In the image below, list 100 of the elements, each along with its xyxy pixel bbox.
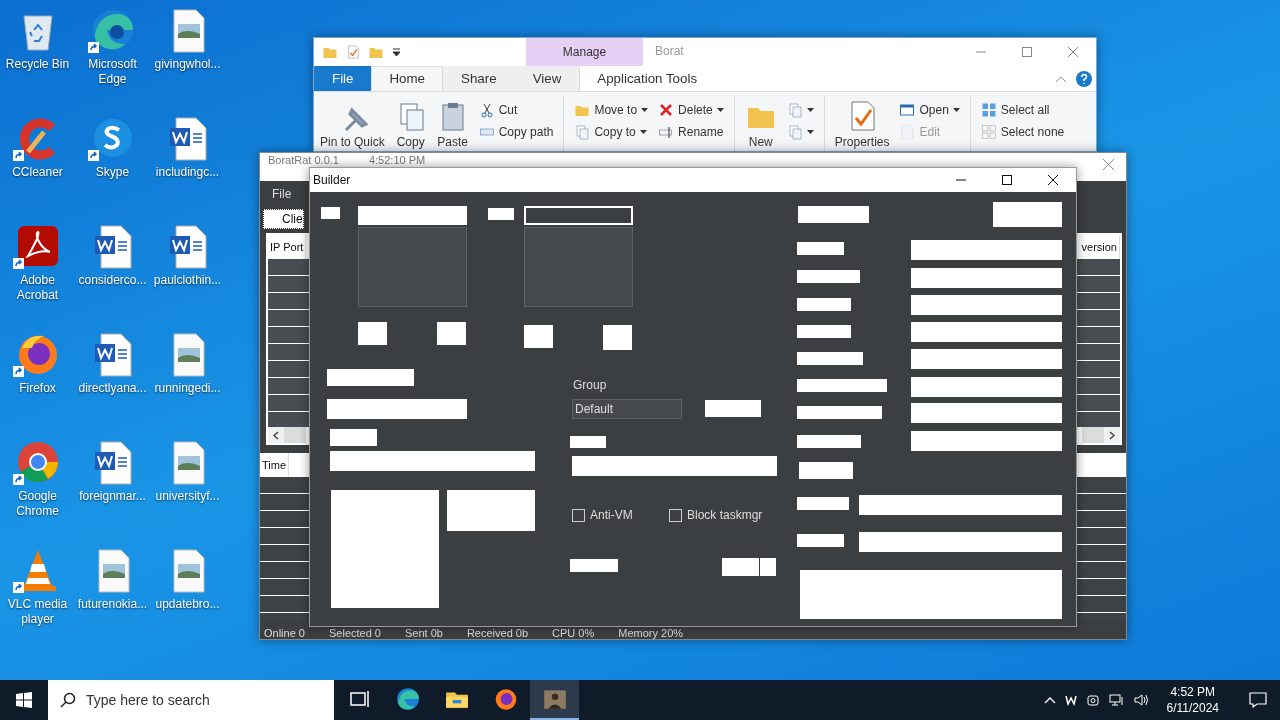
blank-block (798, 206, 869, 223)
delete-icon (658, 102, 675, 118)
blank-block (488, 208, 514, 220)
network-icon (1108, 693, 1125, 707)
ribbon-button[interactable]: New (742, 96, 779, 149)
status-text: Received 0b (466, 627, 529, 639)
caret-icon (952, 107, 960, 113)
blank-block (797, 270, 860, 283)
scrollbar-left-end[interactable] (268, 427, 306, 443)
tab[interactable]: Clie (263, 209, 304, 229)
chevron-up-icon (1043, 696, 1056, 704)
desktop-icon-label[interactable]: paulclothin... (153, 273, 222, 288)
rename-icon (658, 124, 675, 140)
ribbon-button[interactable]: Copy to (572, 124, 649, 140)
tray-app-icon (1064, 694, 1077, 706)
checkbox[interactable]: Block taskmgr (669, 508, 763, 522)
blank-block (797, 325, 851, 338)
desktop-icon-label[interactable]: Firefox (19, 381, 56, 396)
new-item-icon (786, 102, 803, 118)
ribbon-tab[interactable]: View (514, 66, 580, 91)
ribbon-button[interactable]: Delete (656, 102, 726, 118)
group-field[interactable]: Default (572, 399, 682, 419)
ribbon-button[interactable]: Rename (656, 124, 726, 140)
ribbon-button[interactable]: Pin to Quick (318, 96, 387, 149)
blank-block (330, 429, 377, 446)
menu-item[interactable]: File (272, 187, 292, 201)
ribbon-button[interactable]: Copy path (476, 124, 556, 140)
blank-block (437, 322, 466, 345)
window-title: Builder (313, 173, 352, 187)
blank-block (799, 462, 853, 479)
ribbon-button[interactable]: Properties (832, 96, 892, 149)
caret-icon (639, 129, 647, 135)
close-icon (1103, 159, 1114, 170)
context-tab-header: Manage (526, 38, 643, 66)
blank-block (797, 435, 861, 448)
notification-icon (1249, 692, 1267, 708)
shortcut-arrow-icon (13, 366, 24, 377)
ribbon-button[interactable]: Select all (978, 102, 1052, 118)
scroll-right-icon (1109, 430, 1115, 440)
ribbon-button[interactable]: Copy (392, 96, 429, 149)
ribbon-button[interactable]: Select none (978, 124, 1067, 140)
caret-icon (392, 47, 401, 57)
properties-icon (346, 44, 360, 60)
scissors-icon (478, 102, 495, 118)
grid-icon (980, 102, 997, 118)
windows-logo-icon (16, 692, 32, 708)
blank-block (797, 242, 844, 255)
shortcut-arrow-icon (13, 258, 24, 269)
window-title-time: 4:52:10 PM (368, 154, 426, 166)
desktop-icon-label[interactable]: directlyana... (78, 381, 147, 396)
scrollbar-right-end[interactable] (1082, 427, 1120, 443)
document-icon (786, 124, 803, 140)
window-title: Borat (654, 43, 685, 60)
status-text: Online 0 (264, 627, 305, 639)
shortcut-arrow-icon (13, 582, 24, 593)
status-text: Selected 0 (329, 627, 381, 639)
caret-icon (806, 129, 814, 135)
desktop-icon-label[interactable]: includingc... (155, 165, 220, 180)
blank-block (570, 436, 606, 448)
clock-date[interactable]: 6/11/2024 (1166, 700, 1219, 716)
blank-block (603, 325, 632, 350)
shortcut-arrow-icon (13, 150, 24, 161)
desktop-icon-label[interactable]: Recycle Bin (5, 57, 70, 72)
caret-icon (716, 107, 724, 113)
ribbon-tab[interactable]: Home (371, 66, 444, 91)
shortcut-arrow-icon (88, 42, 99, 53)
ribbon-tab[interactable]: Share (443, 66, 515, 91)
ribbon-button[interactable]: Move to (572, 102, 651, 118)
desktop-icon-label[interactable]: considerco... (78, 273, 147, 288)
desktop-icon-label[interactable]: runningedi... (154, 381, 221, 396)
edge-icon (394, 686, 421, 712)
blank-block (358, 322, 387, 345)
blank-block (570, 559, 618, 572)
window-icon (899, 102, 916, 118)
ribbon-button[interactable]: Cut (476, 102, 520, 118)
status-text: CPU 0% (552, 627, 595, 639)
ribbon-button[interactable]: Open (897, 102, 962, 118)
desktop-icon-label[interactable]: givingwhol... (154, 57, 221, 72)
caret-icon (806, 107, 814, 113)
blank-block (524, 325, 553, 348)
collapse-ribbon-icon (1056, 75, 1066, 82)
copy-folder-icon (574, 124, 591, 140)
blank-block (797, 352, 863, 365)
clock-time[interactable]: 4:52 PM (1170, 684, 1216, 700)
blank-block (705, 400, 761, 417)
blank-block (321, 207, 340, 219)
caret-icon (641, 107, 649, 113)
checkbox[interactable]: Anti-VM (572, 508, 633, 522)
desktop-icon-label[interactable]: Microsoft Edge (75, 57, 150, 87)
blank-block (797, 534, 844, 547)
ribbon-button[interactable]: Paste (434, 96, 471, 149)
desktop-icon-label[interactable]: Skype (95, 165, 130, 180)
blank-block (993, 202, 1062, 227)
task-view-icon (347, 688, 370, 710)
desktop-icon-label[interactable]: Adobe Acrobat (0, 273, 75, 303)
close-icon (1068, 47, 1078, 57)
ribbon-tab[interactable]: File (314, 66, 372, 91)
desktop-icon-label[interactable]: CCleaner (12, 165, 63, 180)
taskbar-app-button[interactable] (530, 680, 579, 720)
search-field[interactable]: Type here to search (48, 680, 334, 720)
